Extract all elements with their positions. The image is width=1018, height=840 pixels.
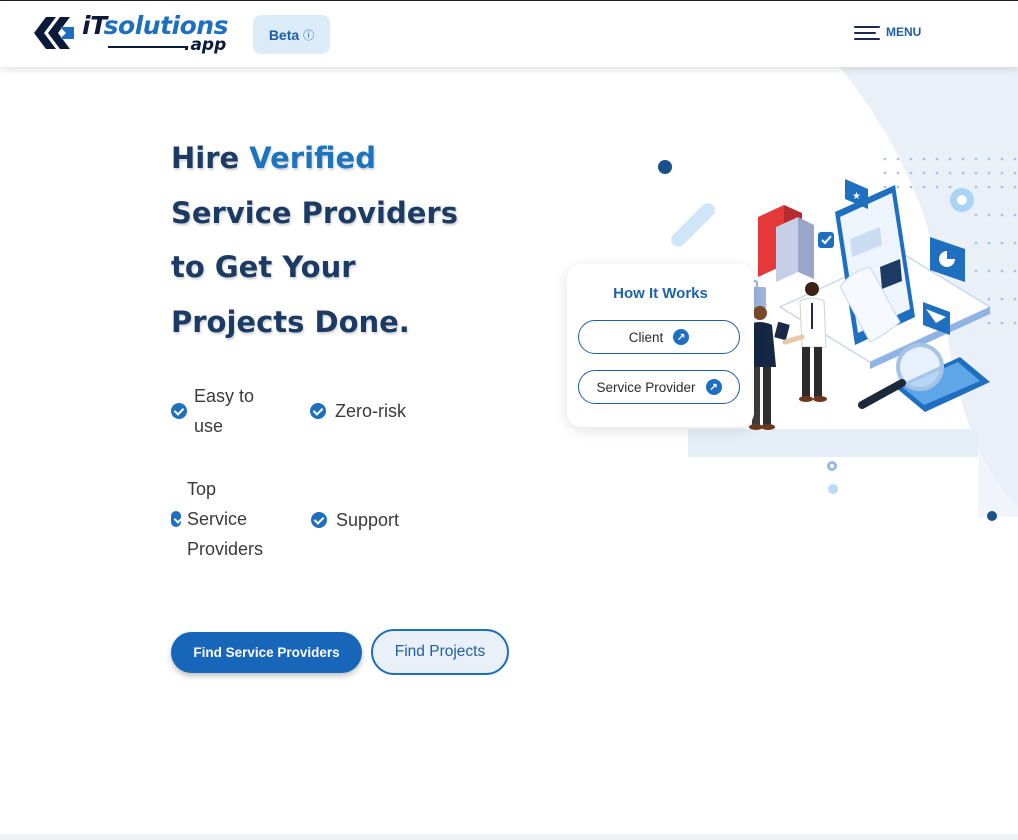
feature-zero-risk: Zero-risk [310, 396, 406, 426]
find-projects-button[interactable]: Find Projects [371, 629, 509, 675]
hamburger-icon [854, 23, 880, 41]
feature-label: Top Service Providers [187, 479, 264, 559]
feature-label: Easy to use [194, 386, 255, 436]
hero-title-accent: Verified [249, 141, 376, 175]
check-icon [171, 403, 187, 419]
menu-label: MENU [886, 25, 922, 39]
feature-easy-to-use: Easy to use [171, 381, 271, 441]
arrow-up-right-icon: ↗ [673, 329, 690, 345]
how-it-works-title: How It Works [613, 285, 708, 302]
svg-text:★: ★ [852, 191, 861, 202]
beta-label: Beta [268, 26, 300, 43]
client-label: Client [628, 329, 664, 345]
feature-support: Support [311, 505, 399, 535]
check-icon [310, 403, 326, 419]
arrow-up-right-icon: ↗ [705, 379, 722, 395]
feature-label: Zero-risk [335, 401, 406, 421]
top-navbar: iTsolutions .app Beta ⓘ MENU [0, 1, 1018, 67]
check-icon [311, 512, 327, 528]
service-provider-button[interactable]: Service Provider ↗ [578, 370, 740, 404]
info-icon: ⓘ [303, 29, 315, 42]
feature-top-service-providers: Top Service Providers [171, 474, 271, 564]
feature-label: Support [336, 510, 400, 530]
menu-button[interactable]: MENU [854, 23, 921, 41]
beta-badge[interactable]: Beta ⓘ [253, 15, 330, 54]
client-button[interactable]: Client ↗ [578, 320, 740, 354]
footer-strip [0, 834, 1018, 840]
service-provider-label: Service Provider [596, 379, 696, 395]
logo-suffix: .app [184, 35, 227, 55]
logo[interactable]: iTsolutions .app [32, 11, 240, 57]
how-it-works-card: How It Works Client ↗ Service Provider ↗ [567, 264, 754, 427]
find-service-providers-button[interactable]: Find Service Providers [171, 632, 362, 673]
logo-mark-icon [34, 17, 74, 49]
page: iTsolutions .app Beta ⓘ MENU Hire Verifi… [0, 0, 1018, 840]
logo-underline [108, 46, 188, 48]
check-icon [171, 511, 181, 527]
hero-title: Hire Verified Service Providers to Get Y… [171, 141, 458, 339]
